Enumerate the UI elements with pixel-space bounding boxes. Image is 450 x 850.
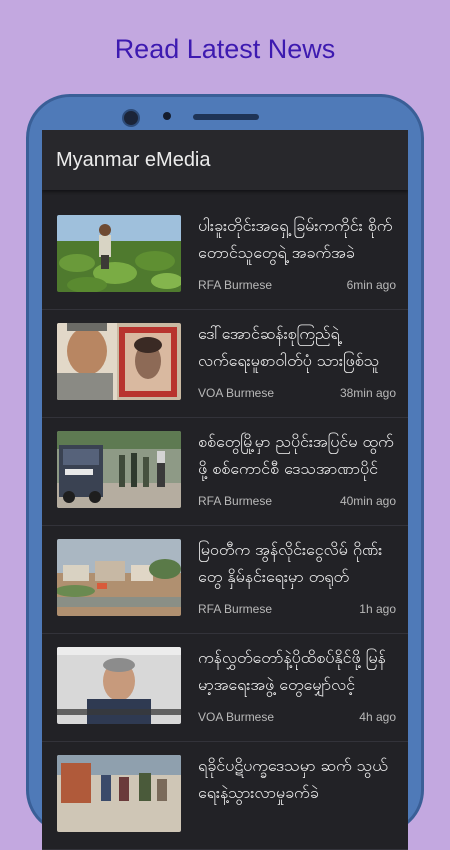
news-thumbnail bbox=[57, 647, 181, 724]
news-time: 38min ago bbox=[339, 386, 396, 400]
video-interview-image bbox=[57, 647, 181, 724]
app-bar: Myanmar eMedia bbox=[42, 130, 408, 190]
news-card[interactable]: မြဝတီက အွန်လိုင်းငွေလိမ် ဂိုဏ်းတွေ နှိမ်… bbox=[42, 526, 408, 634]
proximity-sensor-icon bbox=[163, 112, 171, 120]
news-card[interactable]: ဒေါ်အောင်ဆန်းစုကြည်ရဲ့ လက်ရေးမူစာဝါတ်ပုံ… bbox=[42, 310, 408, 418]
news-thumbnail bbox=[57, 431, 181, 508]
news-source: VOA Burmese bbox=[198, 386, 275, 400]
news-card[interactable]: စစ်တွေမြို့မှာ ညပိုင်းအပြင်မ ထွက်ဖို့ စစ… bbox=[42, 418, 408, 526]
news-card[interactable]: ပါးခူးတိုင်းအရှေ့ ခြမ်းကကိုင်း စိုက်တောင… bbox=[42, 202, 408, 310]
man-with-portrait-image bbox=[57, 323, 181, 400]
police-truck-image bbox=[57, 431, 181, 508]
news-source: RFA Burmese bbox=[198, 602, 273, 616]
news-title: ကန်လွှတ်တော်နဲ့ပိုထိစပ်နိုင်ဖို့ မြန်မာ့… bbox=[198, 648, 386, 694]
news-source: RFA Burmese bbox=[198, 278, 273, 292]
news-thumbnail bbox=[57, 755, 181, 832]
news-time: 40min ago bbox=[339, 494, 396, 508]
camp-crowd-image bbox=[57, 755, 181, 832]
phone-frame: Myanmar eMedia ပါးခူးတိုင်းအရှေ့ ခြမ်းကက… bbox=[26, 94, 424, 850]
news-thumbnail bbox=[57, 323, 181, 400]
news-title: ပါးခူးတိုင်းအရှေ့ ခြမ်းကကိုင်း စိုက်တောင… bbox=[198, 216, 393, 262]
news-thumbnail bbox=[57, 539, 181, 616]
riverbank-buildings-image bbox=[57, 539, 181, 616]
news-title: စစ်တွေမြို့မှာ ညပိုင်းအပြင်မ ထွက်ဖို့ စစ… bbox=[198, 432, 394, 478]
taro-field-farmer-image bbox=[57, 215, 181, 292]
app-title: Myanmar eMedia bbox=[56, 148, 211, 171]
news-title: ရခိုင်ပဋိပက္ခဒေသမှာ ဆက် သွယ်ရေးနဲ့သွားလာ… bbox=[198, 756, 388, 802]
news-thumbnail bbox=[57, 215, 181, 292]
news-card[interactable]: ကန်လွှတ်တော်နဲ့ပိုထိစပ်နိုင်ဖို့ မြန်မာ့… bbox=[42, 634, 408, 742]
earpiece-speaker-icon bbox=[193, 114, 259, 120]
news-time: 1h ago bbox=[359, 602, 396, 616]
front-camera-icon bbox=[122, 109, 140, 127]
news-title: မြဝတီက အွန်လိုင်းငွေလိမ် ဂိုဏ်းတွေ နှိမ်… bbox=[198, 540, 383, 586]
news-time: 6min ago bbox=[346, 278, 396, 292]
news-list[interactable]: ပါးခူးတိုင်းအရှေ့ ခြမ်းကကိုင်း စိုက်တောင… bbox=[42, 202, 408, 850]
news-card[interactable]: ရခိုင်ပဋိပက္ခဒေသမှာ ဆက် သွယ်ရေးနဲ့သွားလာ… bbox=[42, 742, 408, 850]
news-source: RFA Burmese bbox=[198, 494, 273, 508]
news-source: VOA Burmese bbox=[198, 710, 275, 724]
app-screen: Myanmar eMedia ပါးခူးတိုင်းအရှေ့ ခြမ်းကက… bbox=[42, 130, 408, 850]
promo-headline: Read Latest News bbox=[114, 34, 336, 64]
news-time: 4h ago bbox=[359, 710, 396, 724]
news-title: ဒေါ်အောင်ဆန်းစုကြည်ရဲ့ လက်ရေးမူစာဝါတ်ပုံ… bbox=[198, 324, 380, 370]
